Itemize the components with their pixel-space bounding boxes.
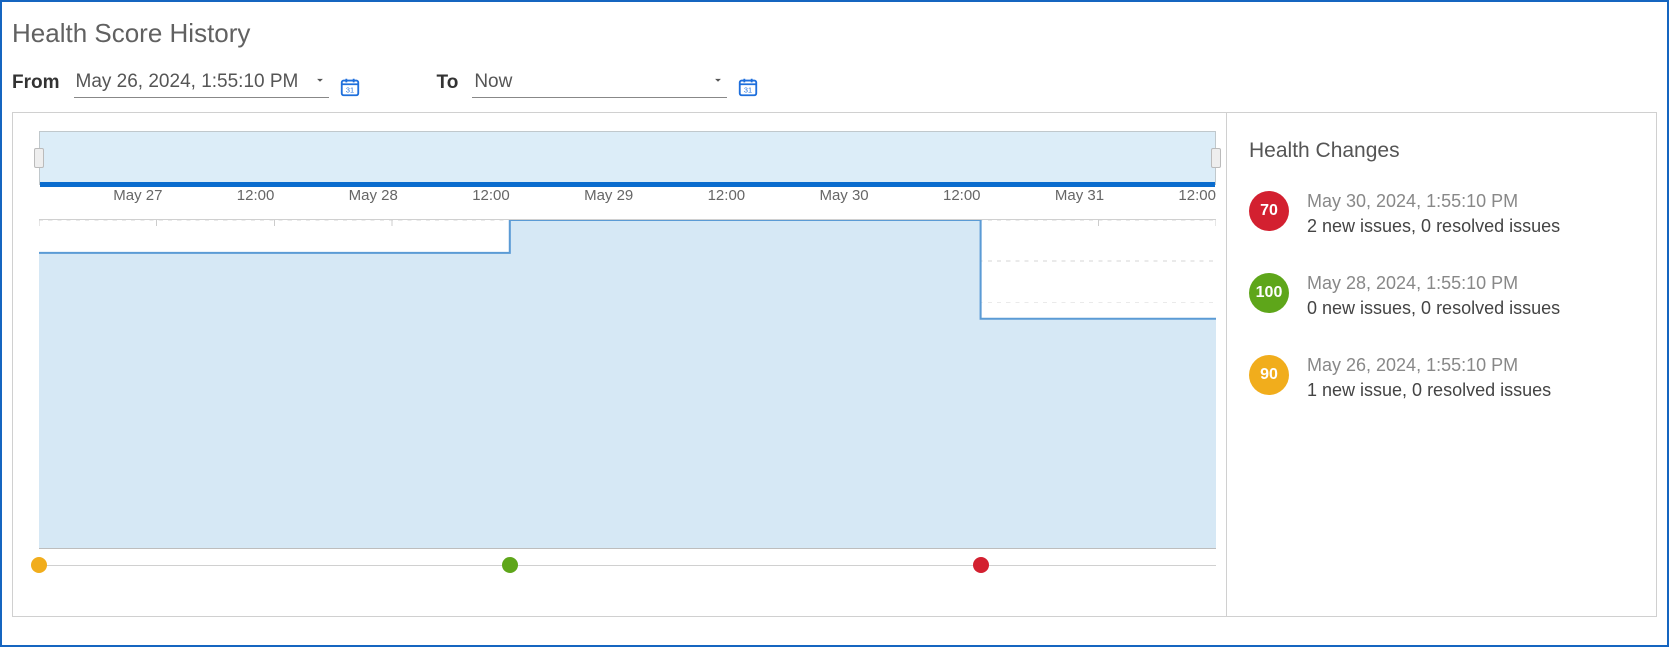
svg-text:31: 31: [744, 86, 752, 95]
to-date-select[interactable]: Now: [472, 67, 727, 98]
event-dot[interactable]: [502, 557, 518, 573]
to-label: To: [437, 72, 459, 94]
range-handle-right[interactable]: [1211, 148, 1221, 168]
x-tick-label: 12:00: [237, 187, 275, 204]
x-tick-label: 12:00: [472, 187, 510, 204]
range-handle-left[interactable]: [34, 148, 44, 168]
change-timestamp: May 26, 2024, 1:55:10 PM: [1307, 355, 1551, 376]
date-filter-bar: From May 26, 2024, 1:55:10 PM 31 To Now: [12, 67, 1657, 98]
x-tick-label: May 28: [349, 187, 398, 204]
overview-x-axis: May 27 12:00 May 28 12:00 May 29 12:00 May 30 1…: [39, 187, 1216, 209]
score-badge: 90: [1249, 355, 1289, 395]
health-change-item[interactable]: 70 May 30, 2024, 1:55:10 PM 2 new issues…: [1249, 191, 1634, 237]
page-title: Health Score History: [12, 18, 1657, 49]
change-message: 1 new issue, 0 resolved issues: [1307, 380, 1551, 401]
health-changes-title: Health Changes: [1249, 139, 1634, 163]
change-message: 2 new issues, 0 resolved issues: [1307, 216, 1560, 237]
health-change-item[interactable]: 100 May 28, 2024, 1:55:10 PM 0 new issue…: [1249, 273, 1634, 319]
score-badge: 100: [1249, 273, 1289, 313]
event-timeline: [39, 549, 1216, 581]
x-tick-label: 12:00: [943, 187, 981, 204]
calendar-icon[interactable]: 31: [737, 76, 759, 98]
x-tick-label: May 30: [819, 187, 868, 204]
chart-area: May 27 12:00 May 28 12:00 May 29 12:00 May 30 1…: [13, 113, 1226, 616]
from-date-value: May 26, 2024, 1:55:10 PM: [76, 71, 299, 92]
to-date-value: Now: [474, 71, 512, 92]
from-date-select[interactable]: May 26, 2024, 1:55:10 PM: [74, 67, 329, 98]
chevron-down-icon: [711, 71, 725, 93]
health-score-chart[interactable]: 255075: [39, 219, 1216, 549]
health-change-item[interactable]: 90 May 26, 2024, 1:55:10 PM 1 new issue,…: [1249, 355, 1634, 401]
calendar-icon[interactable]: 31: [339, 76, 361, 98]
x-tick-label: May 27: [113, 187, 162, 204]
overview-range[interactable]: [39, 131, 1216, 185]
health-changes-panel: Health Changes 70 May 30, 2024, 1:55:10 …: [1226, 113, 1656, 616]
from-label: From: [12, 72, 60, 94]
x-tick-label: 12:00: [708, 187, 746, 204]
x-tick-label: May 31: [1055, 187, 1104, 204]
x-tick-label: 12:00: [1178, 187, 1216, 204]
event-dot[interactable]: [973, 557, 989, 573]
event-dot[interactable]: [31, 557, 47, 573]
svg-text:31: 31: [345, 86, 353, 95]
score-badge: 70: [1249, 191, 1289, 231]
change-timestamp: May 30, 2024, 1:55:10 PM: [1307, 191, 1560, 212]
change-timestamp: May 28, 2024, 1:55:10 PM: [1307, 273, 1560, 294]
change-message: 0 new issues, 0 resolved issues: [1307, 298, 1560, 319]
x-tick-label: May 29: [584, 187, 633, 204]
chevron-down-icon: [313, 71, 327, 93]
